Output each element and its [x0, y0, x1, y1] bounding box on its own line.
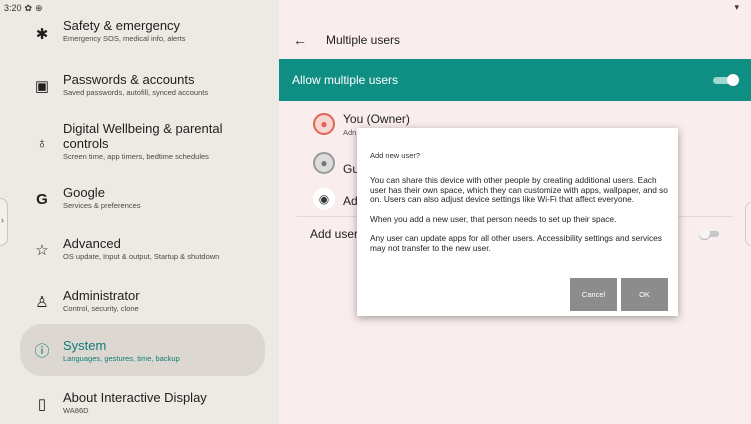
sidebar-item-subtitle: WA86D [63, 406, 89, 415]
settings-sidebar: › ✱ Safety & emergency Emergency SOS, me… [0, 0, 279, 424]
sidebar-item-title: Advanced [63, 236, 121, 251]
status-bar: 3:20 ✿ ⊕ ▾ [0, 0, 751, 16]
status-time: 3:20 [4, 3, 22, 13]
gear-icon: ✿ [24, 2, 33, 13]
dialog-paragraph: Any user can update apps for all other u… [370, 233, 662, 253]
cancel-button[interactable]: Cancel [570, 278, 617, 311]
star-icon: ☆ [35, 242, 49, 259]
sidebar-item-passwords[interactable]: ▣ Passwords & accounts Saved passwords, … [20, 72, 265, 124]
sidebar-item-subtitle: Emergency SOS, medical info, alerts [63, 34, 186, 43]
sidebar-item-about[interactable]: ▯ About Interactive Display WA86D [20, 390, 265, 424]
sidebar-edge-handle[interactable]: › [0, 198, 8, 246]
device-icon: ▯ [37, 396, 47, 413]
dialog-paragraph: When you add a new user, that person nee… [370, 213, 617, 224]
wifi-icon: ▾ [734, 2, 739, 12]
add-user-title: Ad [343, 194, 358, 208]
add-users-lock-screen-toggle[interactable] [699, 228, 721, 239]
person-icon: ♙ [35, 294, 49, 311]
page-title: Multiple users [326, 33, 401, 47]
sidebar-item-title: About Interactive Display [63, 390, 207, 405]
sidebar-item-title: Passwords & accounts [63, 72, 195, 87]
sidebar-item-safety[interactable]: ✱ Safety & emergency Emergency SOS, medi… [20, 18, 265, 70]
ok-button[interactable]: OK [621, 278, 668, 311]
google-icon: G [36, 190, 48, 208]
dialog-title: Add new user? [370, 151, 421, 160]
sidebar-item-subtitle: Saved passwords, autofill, synced accoun… [63, 88, 209, 97]
add-users-from-lock-screen-label: Add user [310, 227, 359, 241]
sidebar-item-system[interactable]: ⓘ System Languages, gestures, time, back… [20, 324, 265, 376]
allow-multiple-users-banner[interactable]: Allow multiple users [279, 59, 751, 101]
sidebar-item-title: Digital Wellbeing & parental controls [63, 121, 223, 151]
circle-settings-icon: ⊕ [35, 2, 43, 13]
owner-title: You (Owner) [343, 112, 410, 126]
add-new-user-dialog: Add new user? You can share this device … [357, 128, 678, 316]
sidebar-item-subtitle: Control, security, clone [63, 304, 139, 313]
owner-subtitle: Adn [343, 128, 357, 137]
id-card-icon: ▣ [34, 78, 50, 95]
sidebar-item-title: Safety & emergency [63, 18, 181, 33]
dialog-body: You can share this device with other peo… [370, 175, 670, 264]
allow-multiple-users-label: Allow multiple users [292, 73, 399, 87]
info-icon: ⓘ [34, 342, 50, 360]
allow-multiple-users-toggle[interactable] [713, 74, 739, 86]
guest-avatar-icon: ● [313, 152, 335, 174]
sidebar-item-subtitle: Services & preferences [63, 201, 141, 210]
dialog-paragraph: You can share this device with other peo… [370, 175, 668, 205]
back-arrow-icon[interactable]: ← [293, 32, 307, 48]
sidebar-item-title: Administrator [63, 288, 140, 303]
sidebar-item-title: System [63, 338, 107, 353]
wellbeing-icon: ♁ [36, 134, 48, 152]
owner-avatar-icon: ● [313, 113, 335, 135]
sidebar-item-digital-wellbeing[interactable]: ♁ Digital Wellbeing & parental controls … [20, 121, 265, 169]
asterisk-icon: ✱ [35, 26, 49, 43]
sidebar-item-advanced[interactable]: ☆ Advanced OS update, Input & output, St… [20, 236, 265, 288]
sidebar-item-subtitle: OS update, Input & output, Startup & shu… [63, 252, 220, 261]
right-edge-handle[interactable] [745, 202, 751, 246]
sidebar-item-subtitle: Languages, gestures, time, backup [63, 354, 180, 363]
sidebar-item-title: Google [63, 185, 105, 200]
sidebar-item-subtitle: Screen time, app timers, bedtime schedul… [63, 152, 209, 161]
sidebar-item-google[interactable]: G Google Services & preferences [20, 185, 265, 237]
add-user-icon: ◉ [313, 188, 335, 210]
top-bar: ← Multiple users [279, 24, 751, 56]
